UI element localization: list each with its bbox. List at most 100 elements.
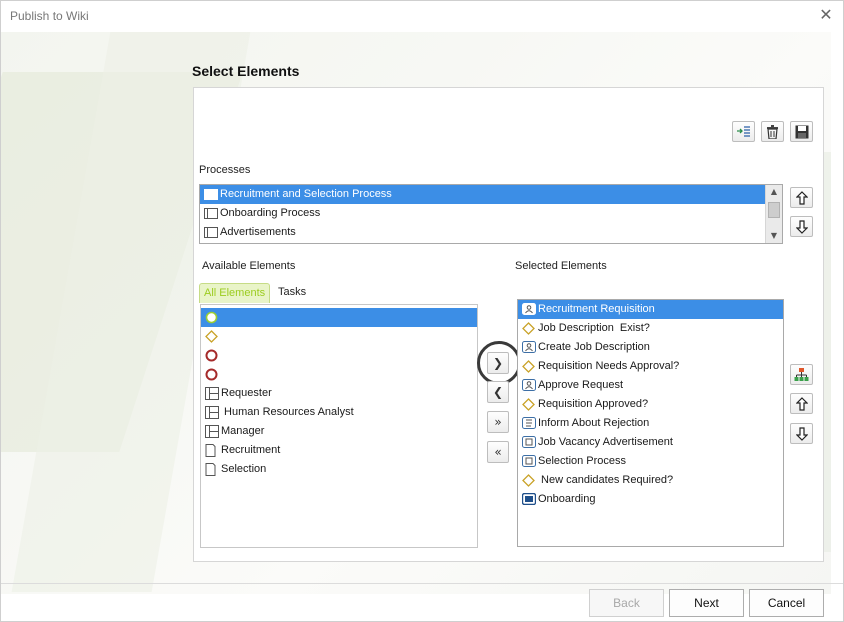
list-item-label: Requisition Needs Approval? [538,360,680,372]
list-item[interactable]: New candidates Required? [518,471,783,490]
list-item-label: Selection [221,463,267,475]
selected-elements-list[interactable]: Recruitment Requisition Job Description E… [517,299,784,547]
list-item-label: Recruitment [221,444,281,456]
next-button[interactable]: Next [669,589,744,617]
start-event-icon [205,311,218,324]
list-item-label: Inform About Rejection [538,417,650,429]
list-item-label: New candidates Required? [538,474,674,486]
arrow-down-icon [795,426,808,441]
process-move-up-button[interactable] [790,187,813,208]
cancel-button[interactable]: Cancel [749,589,824,617]
list-item[interactable]: Onboarding Process [200,204,782,223]
list-item-label: Requisition Approved? [538,398,649,410]
tab-tasks[interactable]: Tasks [278,286,306,298]
back-button[interactable]: Back [589,589,664,617]
user-task-icon [522,341,536,354]
hierarchy-button[interactable] [790,364,813,385]
pool-icon [204,188,218,201]
list-item-label: Onboarding Process [220,207,321,219]
save-icon [795,125,808,138]
save-button[interactable] [790,121,813,142]
trash-icon [767,124,778,139]
user-task-icon [522,303,536,316]
lane-icon [205,406,219,419]
script-task-icon [522,417,536,430]
list-item[interactable]: Recruitment Requisition [518,300,783,319]
list-item[interactable]: Recruitment and Selection Process [200,185,782,204]
list-item-label: Recruitment and Selection Process [220,188,392,200]
pool-icon [204,226,218,239]
gateway-icon [522,398,535,411]
list-item-label: Approve Request [538,379,623,391]
list-item[interactable] [201,308,477,327]
arrow-up-icon [795,190,808,205]
document-icon [205,463,218,476]
scroll-thumb[interactable] [768,202,780,218]
remove-all-button[interactable]: « [487,441,509,463]
processes-list[interactable]: Recruitment and Selection Process Onboard… [199,184,783,244]
arrow-up-icon [795,396,808,411]
indent-icon [737,126,750,137]
list-item[interactable] [201,327,477,346]
end-event-icon [205,349,218,362]
processes-label: Processes [199,164,251,176]
list-item-label: Create Job Description [538,341,650,353]
arrow-down-icon [795,219,808,234]
list-item-label: Human Resources Analyst [221,406,354,418]
lane-icon [205,425,219,438]
list-item-label: Requester [221,387,272,399]
list-item[interactable]: Approve Request [518,376,783,395]
add-all-button[interactable]: » [487,411,509,433]
selected-move-down-button[interactable] [790,423,813,444]
list-item[interactable] [201,365,477,384]
tab-all-elements[interactable]: All Elements [199,283,271,303]
pool-icon [204,207,218,220]
list-item[interactable]: Requisition Needs Approval? [518,357,783,376]
list-item[interactable]: Recruitment [201,441,477,460]
add-button[interactable]: ❯ [487,352,509,374]
close-icon[interactable]: ✕ [817,6,835,24]
list-item[interactable]: Manager [201,422,477,441]
list-item-label: Manager [221,425,265,437]
available-elements-label: Available Elements [202,260,296,272]
remove-button[interactable]: ❮ [487,381,509,403]
hierarchy-icon [794,367,809,381]
list-item[interactable]: Job Description Exist? [518,319,783,338]
list-item[interactable]: Job Vacancy Advertisement [518,433,783,452]
document-icon [205,444,218,457]
section-title: Select Elements [192,63,300,79]
scroll-down-icon[interactable]: ▼ [766,229,782,243]
subprocess-icon [521,492,537,506]
list-item-label: Selection Process [538,455,627,467]
list-item[interactable]: Inform About Rejection [518,414,783,433]
selected-elements-label: Selected Elements [515,260,607,272]
process-move-down-button[interactable] [790,216,813,237]
scroll-up-icon[interactable]: ▲ [766,185,782,199]
list-item[interactable]: Create Job Description [518,338,783,357]
list-item[interactable]: Selection [201,460,477,479]
list-item[interactable]: Human Resources Analyst [201,403,477,422]
list-item-label: Onboarding [538,493,596,505]
list-item[interactable]: Requester [201,384,477,403]
title-bar: Publish to Wiki ✕ [1,1,843,32]
task-icon [522,455,536,468]
list-item[interactable]: Selection Process [518,452,783,471]
processes-scrollbar[interactable]: ▲ ▼ [765,185,782,243]
list-item[interactable]: Advertisements [200,223,782,242]
list-item-label: Job Description Exist? [538,322,650,334]
list-item[interactable]: Onboarding [518,490,783,509]
list-item-label: Job Vacancy Advertisement [538,436,673,448]
gateway-icon [522,474,535,487]
list-item-label: Advertisements [220,226,296,238]
delete-button[interactable] [761,121,784,142]
lane-icon [205,387,219,400]
user-task-icon [522,379,536,392]
gateway-icon [522,322,535,335]
list-item[interactable]: Requisition Approved? [518,395,783,414]
list-item[interactable] [201,346,477,365]
selected-move-up-button[interactable] [790,393,813,414]
gateway-icon [205,330,218,343]
indent-button[interactable] [732,121,755,142]
task-icon [522,436,536,449]
available-elements-list[interactable]: Requester Human Resources Analyst Manager… [200,304,478,548]
